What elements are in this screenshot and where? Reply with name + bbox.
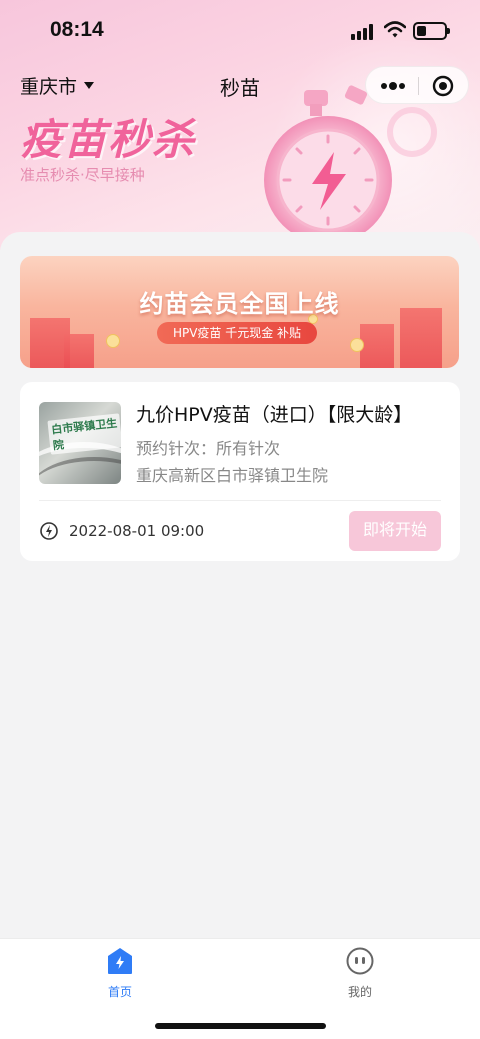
dose-info: 预约针次：所有针次 bbox=[136, 439, 281, 458]
hospital-thumbnail: 白市驿镇卫生院 bbox=[39, 402, 121, 484]
start-datetime: 2022-08-01 09:00 bbox=[69, 522, 205, 540]
target-icon[interactable] bbox=[432, 75, 454, 97]
tab-mine-label: 我的 bbox=[347, 985, 372, 999]
home-lightning-icon bbox=[108, 948, 132, 974]
thumbnail-sign: 白市驿镇卫生院 bbox=[47, 413, 121, 455]
coming-soon-button[interactable]: 即将开始 bbox=[349, 511, 441, 551]
hero-title: 疫苗秒杀 bbox=[20, 115, 197, 164]
more-dots-icon[interactable] bbox=[380, 79, 406, 93]
hero-subtitle: 准点秒杀·尽早接种 bbox=[20, 166, 145, 184]
vaccine-title: 九价HPV疫苗（进口）【限大龄】 bbox=[136, 404, 413, 426]
hero-header: 08:14 重庆市 秒苗 疫苗秒杀 准点秒杀·尽早接种 bbox=[0, 0, 480, 250]
tab-mine[interactable]: 我的 bbox=[320, 947, 400, 1000]
status-bar: 08:14 bbox=[0, 0, 480, 62]
status-time: 08:14 bbox=[50, 18, 104, 41]
main-content: 约苗会员全国上线 HPV疫苗 千元现金 补贴 白市驿镇卫生院 九价HPV疫苗（进… bbox=[0, 232, 480, 942]
clock-lightning-icon bbox=[40, 522, 58, 540]
coin-icon bbox=[350, 338, 364, 352]
tab-home[interactable]: 首页 bbox=[80, 947, 160, 1000]
vaccine-card[interactable]: 白市驿镇卫生院 九价HPV疫苗（进口）【限大龄】 预约针次：所有针次 重庆高新区… bbox=[20, 382, 460, 561]
battery-icon bbox=[413, 22, 450, 40]
robot-face-icon bbox=[346, 947, 374, 975]
card-divider bbox=[39, 500, 441, 501]
tab-home-label: 首页 bbox=[107, 985, 132, 999]
promo-banner[interactable]: 约苗会员全国上线 HPV疫苗 千元现金 补贴 bbox=[20, 256, 459, 368]
coin-icon bbox=[106, 334, 120, 348]
wifi-icon bbox=[384, 21, 406, 38]
hospital-name: 重庆高新区白市驿镇卫生院 bbox=[136, 466, 329, 485]
stopwatch-illustration bbox=[264, 85, 437, 242]
banner-building bbox=[64, 334, 94, 368]
banner-building bbox=[360, 324, 394, 368]
nav-bar: 重庆市 秒苗 bbox=[0, 62, 480, 106]
capsule-divider bbox=[418, 77, 419, 95]
home-indicator bbox=[155, 1023, 326, 1029]
signal-icon bbox=[351, 24, 375, 40]
miniprogram-capsule bbox=[365, 66, 469, 104]
banner-pill: HPV疫苗 千元现金 补贴 bbox=[157, 322, 317, 344]
banner-title: 约苗会员全国上线 bbox=[139, 290, 340, 318]
